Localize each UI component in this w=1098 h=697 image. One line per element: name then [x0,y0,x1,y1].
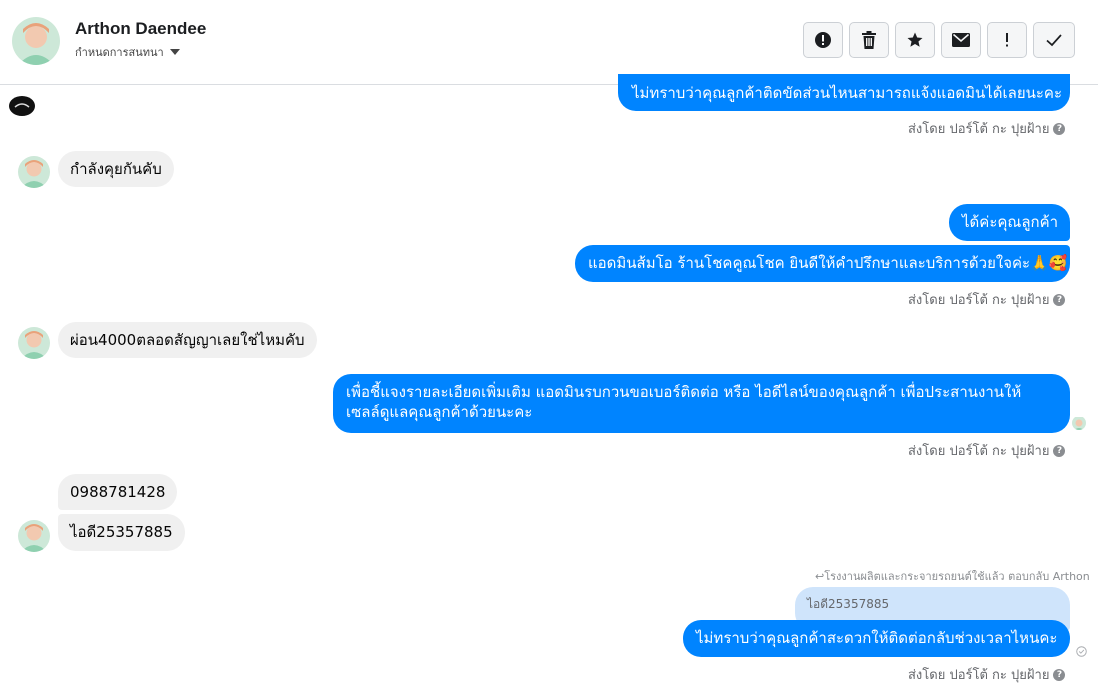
message-bubble-incoming[interactable]: ไอดี25357885 [58,514,185,551]
conversation-view: Arthon Daendee กำหนดการสนทนา ไม่ทราบว่าค… [0,0,1098,697]
caret-down-icon [169,49,180,55]
message-text-line: เพื่อชี้แจงรายละเอียดเพิ่มเติม แอดมินรบก… [346,383,1022,401]
seen-avatar [1072,416,1086,430]
message-text: แอดมินส้มโอ ร้านโชคคูณโชค ยินดีให้คำปรึก… [588,254,1068,272]
exclamation-icon [1006,33,1008,47]
assign-conversation-dropdown[interactable]: กำหนดการสนทนา [75,43,180,61]
message-bubble-incoming[interactable]: กำลังคุยกันคับ [58,151,174,187]
help-icon[interactable]: ? [1053,122,1066,135]
message-text: กำลังคุยกันคับ [70,160,162,178]
message-text: ได้ค่ะคุณลูกค้า [962,213,1059,231]
mark-done-button[interactable] [1033,22,1075,58]
spam-icon [815,32,831,48]
message-bubble-outgoing[interactable]: เพื่อชี้แจงรายละเอียดเพิ่มเติม แอดมินรบก… [333,374,1070,433]
sent-by-meta: ส่งโดย ปอร์โต้ กะ ปุยฝ้าย ? [908,118,1066,139]
sent-status-icon [1076,642,1087,661]
follow-up-button[interactable] [987,22,1027,58]
envelope-icon [952,33,970,47]
message-text: ไม่ทราบว่าคุณลูกค้าสะดวกให้ติดต่อกลับช่ว… [696,629,1058,647]
mark-spam-button[interactable] [803,22,843,58]
sent-by-meta: ส่งโดย ปอร์โต้ กะ ปุยฝ้าย ? [908,289,1066,310]
message-bubble-outgoing[interactable]: ไม่ทราบว่าคุณลูกค้าสะดวกให้ติดต่อกลับช่ว… [683,620,1070,657]
help-icon[interactable]: ? [1053,668,1066,681]
star-icon [907,32,923,47]
sent-by-text: ส่งโดย ปอร์โต้ กะ ปุยฝ้าย [908,444,1050,459]
contact-avatar-small [18,156,50,188]
contact-avatar[interactable] [12,17,60,65]
conversation-header: Arthon Daendee กำหนดการสนทนา [0,0,1098,85]
help-icon[interactable]: ? [1053,444,1066,457]
message-bubble-incoming[interactable]: ผ่อน4000ตลอดสัญญาเลยใช่ไหมคับ [58,322,317,358]
conversation-toolbar [803,22,1075,58]
message-text-line: เซลล์ดูแลคุณลูกค้าด้วยนะคะ [346,403,533,421]
sent-by-meta: ส่งโดย ปอร์โต้ กะ ปุยฝ้าย ? [908,664,1066,685]
message-text: 0988781428 [70,483,166,501]
sent-by-meta: ส่งโดย ปอร์โต้ กะ ปุยฝ้าย ? [908,440,1066,461]
message-bubble-outgoing[interactable]: ได้ค่ะคุณลูกค้า [949,204,1070,241]
sent-by-text: ส่งโดย ปอร์โต้ กะ ปุยฝ้าย [908,293,1050,308]
help-icon[interactable]: ? [1053,293,1066,306]
contact-avatar-small [18,327,50,359]
message-bubble-outgoing[interactable]: ไม่ทราบว่าคุณลูกค้าติดขัดส่วนไหนสามารถแจ… [618,74,1070,111]
quoted-text: ไอดี25357885 [807,597,890,611]
check-icon [1046,34,1062,47]
contact-avatar-small [18,520,50,552]
star-button[interactable] [895,22,935,58]
message-bubble-outgoing[interactable]: แอดมินส้มโอ ร้านโชคคูณโชค ยินดีให้คำปรึก… [575,245,1070,282]
trash-icon [862,31,876,49]
mark-unread-button[interactable] [941,22,981,58]
page-logo-avatar [9,96,35,116]
message-text: ไอดี25357885 [70,523,173,541]
assign-label: กำหนดการสนทนา [75,46,164,59]
delete-button[interactable] [849,22,889,58]
message-bubble-incoming[interactable]: 0988781428 [58,474,178,510]
sent-by-text: ส่งโดย ปอร์โต้ กะ ปุยฝ้าย [908,668,1050,683]
sent-by-text: ส่งโดย ปอร์โต้ กะ ปุยฝ้าย [908,122,1050,137]
contact-name[interactable]: Arthon Daendee [75,19,206,39]
reply-note: ↩โรงงานผลิตและกระจายรถยนต์ใช้แล้ว ตอบกลั… [815,570,1090,583]
message-text: ผ่อน4000ตลอดสัญญาเลยใช่ไหมคับ [70,331,305,349]
message-text: ไม่ทราบว่าคุณลูกค้าติดขัดส่วนไหนสามารถแจ… [632,84,1063,102]
